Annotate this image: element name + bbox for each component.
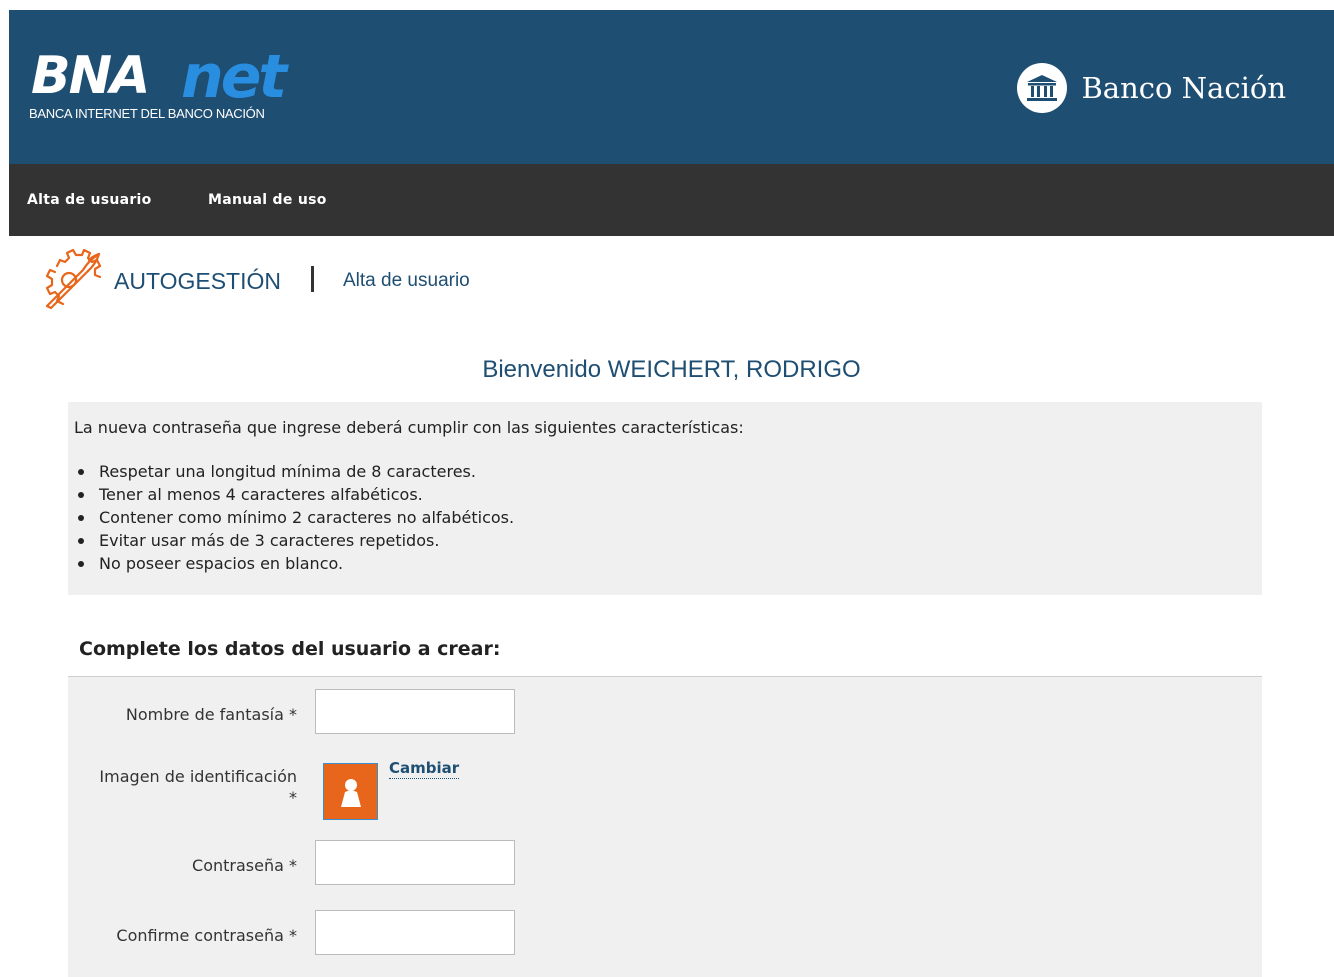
password-rule-item: No poseer espacios en blanco. — [74, 552, 514, 575]
form-title: Complete los datos del usuario a crear: — [79, 638, 501, 660]
password-rule-item: Respetar una longitud mínima de 8 caract… — [74, 460, 514, 483]
bna-logo-bna: BNA — [31, 46, 150, 106]
nav-bar: Alta de usuario Manual de uso — [9, 164, 1334, 236]
welcome-message: Bienvenido WEICHERT, RODRIGO — [482, 356, 861, 383]
password-rules-panel: La nueva contraseña que ingrese deberá c… — [68, 402, 1262, 595]
change-image-link[interactable]: Cambiar — [389, 759, 460, 779]
nav-item-manual-uso[interactable]: Manual de uso — [208, 192, 327, 208]
bna-logo-net: net — [181, 42, 287, 112]
header: BNA net BANCA INTERNET DEL BANCO NACIÓN … — [9, 10, 1334, 164]
bank-building-icon — [1017, 63, 1068, 113]
banco-nacion-logo[interactable]: Banco Nación — [1017, 63, 1286, 113]
gear-wrench-icon — [45, 248, 102, 310]
password-input[interactable] — [315, 840, 515, 885]
password-rules-intro: La nueva contraseña que ingrese deberá c… — [74, 418, 744, 437]
password-rule-item: Tener al menos 4 caracteres alfabéticos. — [74, 483, 514, 506]
password-rules-list: Respetar una longitud mínima de 8 caract… — [74, 460, 514, 575]
password-label: Contraseña * — [192, 856, 297, 875]
breadcrumb-page: Alta de usuario — [343, 270, 470, 291]
password-rule-item: Contener como mínimo 2 caracteres no alf… — [74, 506, 514, 529]
bank-name: Banco Nación — [1081, 71, 1286, 105]
identification-image[interactable] — [323, 763, 378, 820]
confirm-password-input[interactable] — [315, 910, 515, 955]
bna-logo-subtitle: BANCA INTERNET DEL BANCO NACIÓN — [29, 106, 265, 121]
password-rule-item: Evitar usar más de 3 caracteres repetido… — [74, 529, 514, 552]
nav-item-alta-usuario[interactable]: Alta de usuario — [27, 192, 152, 208]
fantasy-name-input[interactable] — [315, 689, 515, 734]
breadcrumb-separator — [311, 266, 314, 292]
image-label-required: * — [289, 788, 297, 807]
user-silhouette-icon — [340, 778, 361, 807]
confirm-password-label: Confirme contraseña * — [116, 926, 297, 945]
breadcrumb: AUTOGESTIÓN Alta de usuario — [39, 244, 639, 314]
image-label-text: Imagen de identificación — [99, 767, 297, 786]
bna-net-logo[interactable]: BNA net BANCA INTERNET DEL BANCO NACIÓN — [29, 42, 339, 130]
user-form: Nombre de fantasía * Imagen de identific… — [68, 676, 1262, 977]
fantasy-name-label: Nombre de fantasía * — [125, 705, 297, 724]
breadcrumb-section: AUTOGESTIÓN — [114, 268, 281, 294]
image-label: Imagen de identificación * — [57, 766, 297, 808]
page: BNA net BANCA INTERNET DEL BANCO NACIÓN … — [9, 10, 1334, 977]
